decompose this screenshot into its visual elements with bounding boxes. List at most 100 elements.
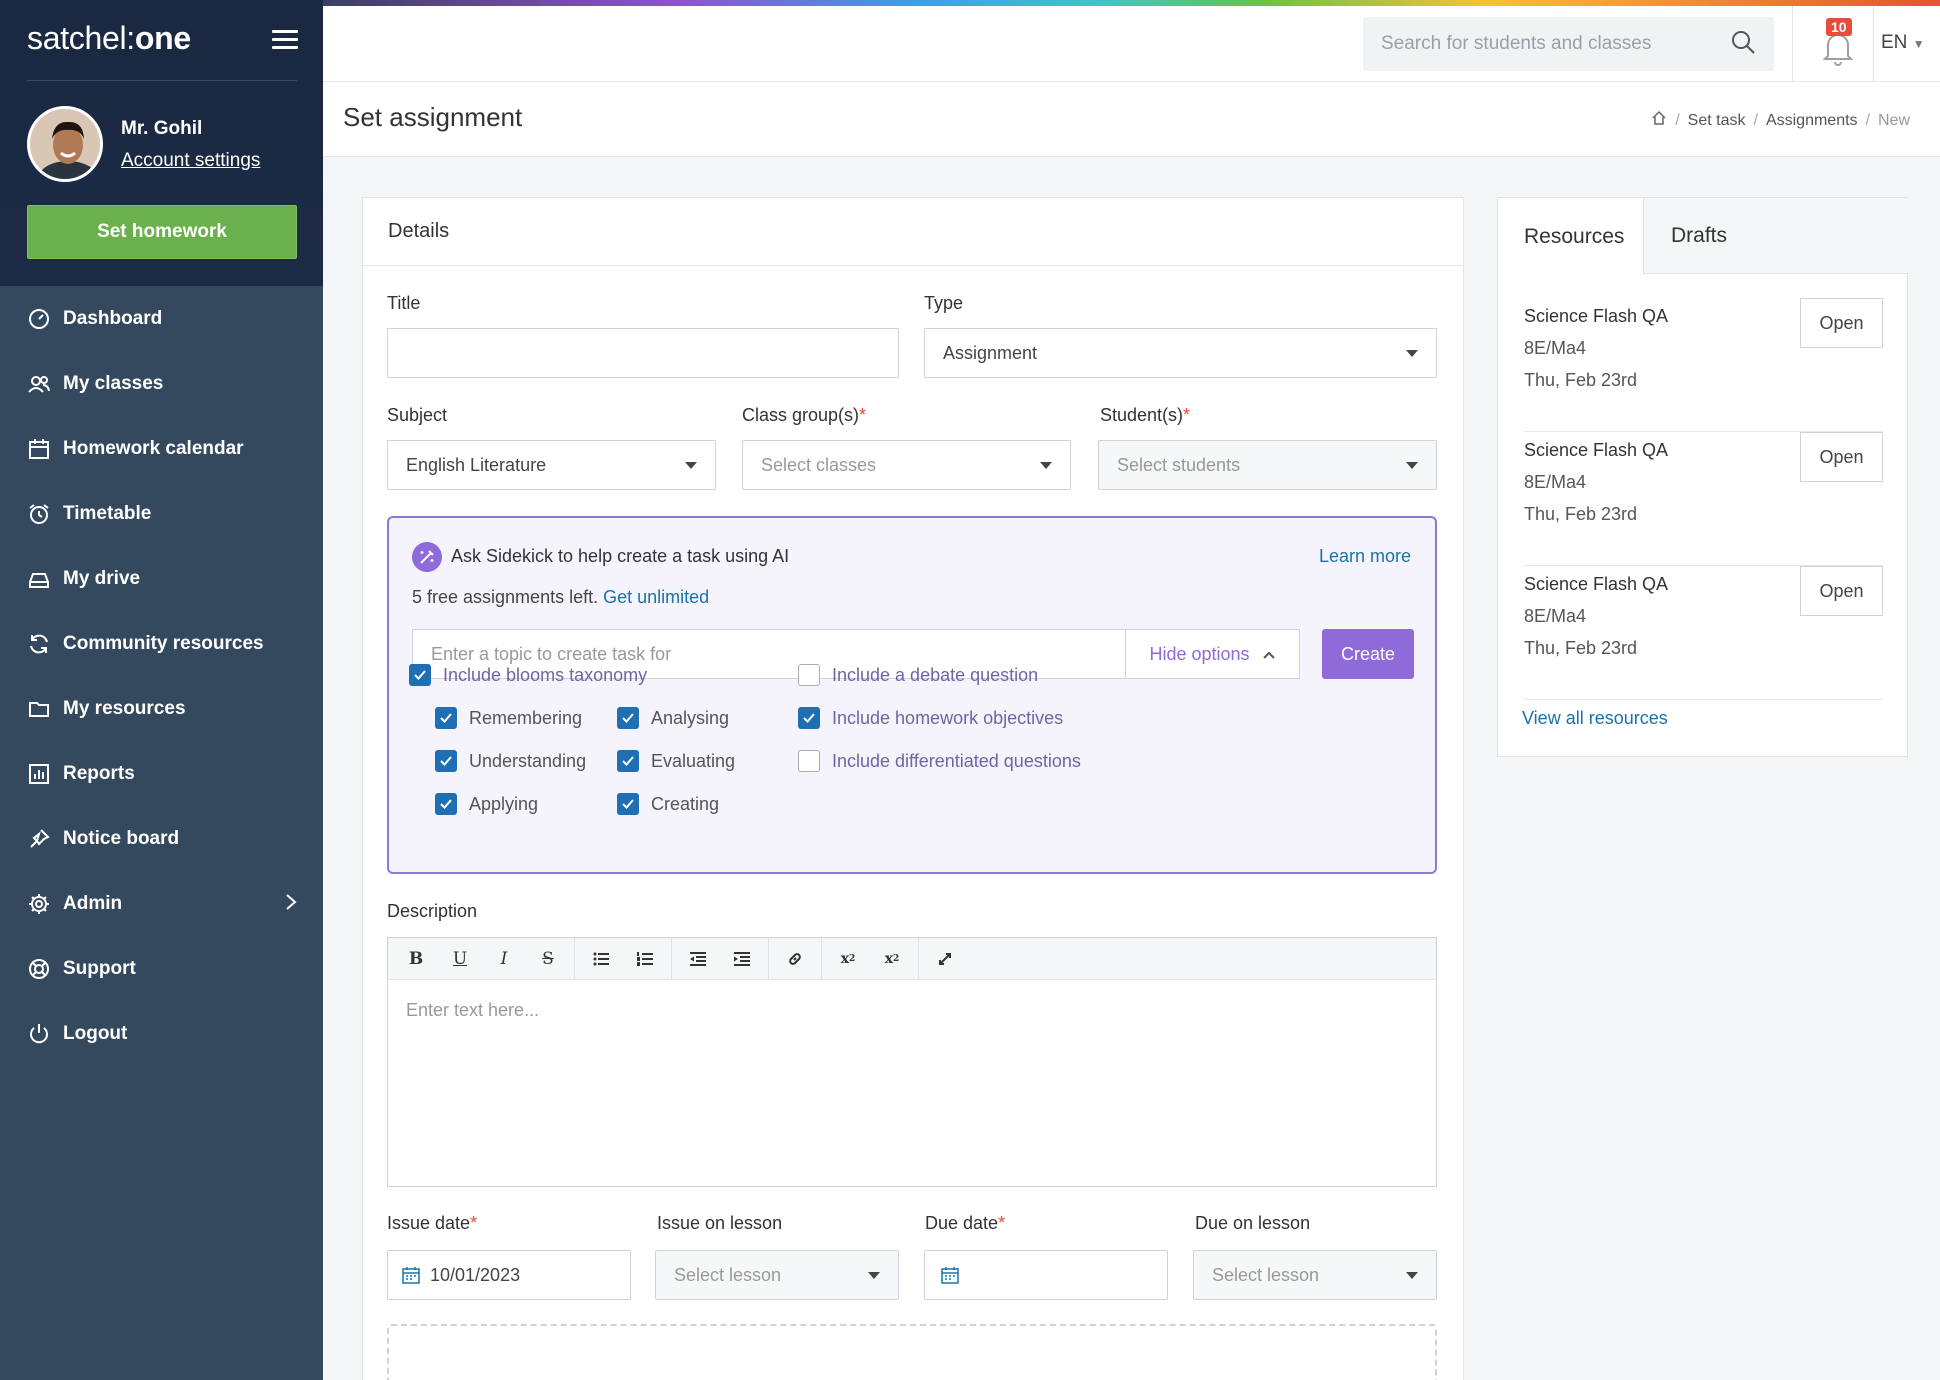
tab-drafts[interactable]: Drafts — [1671, 198, 1727, 274]
sidebar-item-my-classes[interactable]: My classes — [0, 351, 323, 416]
students-select[interactable]: Select students — [1098, 440, 1437, 490]
caret-down-icon — [1406, 1271, 1418, 1279]
sidebar-item-support[interactable]: Support — [0, 936, 323, 1001]
learn-more-link[interactable]: Learn more — [1319, 546, 1411, 567]
editor-body[interactable]: Enter text here... — [388, 980, 1436, 1041]
menu-icon[interactable] — [272, 30, 298, 50]
top-header: 10 EN ▼ — [323, 6, 1940, 82]
underline-icon[interactable]: U — [438, 938, 482, 980]
home-icon[interactable] — [1651, 110, 1667, 131]
fullscreen-icon[interactable] — [923, 938, 967, 980]
checkbox-understanding[interactable]: Understanding — [435, 750, 586, 772]
ai-sidekick-panel: Ask Sidekick to help create a task using… — [387, 516, 1437, 874]
sidebar-item-admin[interactable]: Admin — [0, 871, 323, 936]
issue-date-input[interactable]: 10/01/2023 — [387, 1250, 631, 1300]
divider — [1873, 6, 1874, 82]
sidebar-item-timetable[interactable]: Timetable — [0, 481, 323, 546]
description-editor: B U I S x2 x2 Enter text here... — [387, 937, 1437, 1187]
sidebar-item-my-drive[interactable]: My drive — [0, 546, 323, 611]
calendar-icon — [402, 1266, 420, 1284]
resource-item: Science Flash QA 8E/Ma4 Thu, Feb 23rd Op… — [1524, 432, 1883, 566]
subscript-icon[interactable]: x2 — [826, 938, 870, 980]
checkbox-checked-icon — [798, 707, 820, 729]
chevron-right-icon — [285, 893, 297, 915]
title-input[interactable] — [387, 328, 899, 378]
lifebuoy-icon — [27, 957, 51, 981]
open-button[interactable]: Open — [1800, 298, 1883, 348]
reports-icon — [27, 762, 51, 786]
sidebar-item-my-resources[interactable]: My resources — [0, 676, 323, 741]
sidebar-item-community-resources[interactable]: Community resources — [0, 611, 323, 676]
search-input[interactable] — [1381, 33, 1730, 55]
topic-input[interactable] — [431, 643, 1107, 665]
caret-down-icon — [868, 1271, 880, 1279]
chevron-up-icon — [1262, 644, 1276, 665]
checkbox-blooms[interactable]: Include blooms taxonomy — [409, 664, 647, 686]
checkbox-differentiated[interactable]: Include differentiated questions — [798, 750, 1081, 772]
description-label: Description — [387, 901, 478, 921]
details-card: Details Title Type Assignment Subject En… — [362, 197, 1464, 1380]
set-homework-button[interactable]: Set homework — [27, 205, 297, 259]
resources-tabs: Resources Drafts — [1498, 198, 1909, 275]
due-date-label: Due date* — [925, 1213, 1006, 1233]
checkbox-analysing[interactable]: Analysing — [617, 707, 729, 729]
type-select[interactable]: Assignment — [924, 328, 1437, 378]
due-date-input[interactable] — [924, 1250, 1168, 1300]
checkbox-unchecked-icon — [798, 664, 820, 686]
attachment-dropzone[interactable] — [387, 1324, 1437, 1380]
sidebar-header: satchel:one Mr. Gohil Account settings S… — [0, 0, 323, 286]
checkbox-unchecked-icon — [798, 750, 820, 772]
search-icon[interactable] — [1730, 29, 1756, 59]
indent-icon[interactable] — [720, 938, 764, 980]
open-button[interactable]: Open — [1800, 432, 1883, 482]
drive-icon — [27, 567, 51, 591]
divider — [1792, 6, 1793, 82]
students-label: Student(s)* — [1100, 405, 1191, 425]
checkbox-debate[interactable]: Include a debate question — [798, 664, 1038, 686]
sidebar-item-dashboard[interactable]: Dashboard — [0, 286, 323, 351]
checkbox-remembering[interactable]: Remembering — [435, 707, 582, 729]
class-group-label: Class group(s)* — [742, 405, 867, 425]
pin-icon — [27, 827, 51, 851]
tab-resources[interactable]: Resources — [1498, 198, 1644, 275]
bold-icon[interactable]: B — [394, 938, 438, 980]
logo: satchel:one — [27, 20, 191, 56]
class-group-select[interactable]: Select classes — [742, 440, 1071, 490]
checkbox-creating[interactable]: Creating — [617, 793, 719, 815]
checkbox-objectives[interactable]: Include homework objectives — [798, 707, 1063, 729]
sidebar-item-notice-board[interactable]: Notice board — [0, 806, 323, 871]
create-button[interactable]: Create — [1322, 629, 1414, 679]
checkbox-evaluating[interactable]: Evaluating — [617, 750, 735, 772]
calendar-icon — [27, 437, 51, 461]
superscript-icon[interactable]: x2 — [870, 938, 914, 980]
sidebar-item-homework-calendar[interactable]: Homework calendar — [0, 416, 323, 481]
users-icon — [27, 372, 51, 396]
issue-lesson-select[interactable]: Select lesson — [655, 1250, 899, 1300]
editor-toolbar: B U I S x2 x2 — [388, 937, 1436, 980]
subject-select[interactable]: English Literature — [387, 440, 716, 490]
get-unlimited-link[interactable]: Get unlimited — [603, 587, 709, 607]
breadcrumb-set-task[interactable]: Set task — [1688, 112, 1746, 130]
breadcrumb-assignments[interactable]: Assignments — [1766, 112, 1858, 130]
checkbox-checked-icon — [617, 793, 639, 815]
italic-icon[interactable]: I — [482, 938, 526, 980]
account-settings-link[interactable]: Account settings — [121, 150, 260, 172]
caret-down-icon — [1040, 461, 1052, 469]
issue-lesson-label: Issue on lesson — [657, 1213, 783, 1233]
checkbox-applying[interactable]: Applying — [435, 793, 538, 815]
strikethrough-icon[interactable]: S — [526, 938, 570, 980]
due-lesson-select[interactable]: Select lesson — [1193, 1250, 1437, 1300]
caret-down-icon — [1406, 349, 1418, 357]
language-select[interactable]: EN ▼ — [1881, 32, 1925, 54]
numbered-list-icon[interactable] — [623, 938, 667, 980]
link-icon[interactable] — [773, 938, 817, 980]
sidebar-item-logout[interactable]: Logout — [0, 1001, 323, 1066]
ai-title: Ask Sidekick to help create a task using… — [451, 546, 790, 566]
open-button[interactable]: Open — [1800, 566, 1883, 616]
sidebar-item-reports[interactable]: Reports — [0, 741, 323, 806]
outdent-icon[interactable] — [676, 938, 720, 980]
breadcrumb: / Set task / Assignments / New — [1651, 110, 1910, 131]
bullet-list-icon[interactable] — [579, 938, 623, 980]
hide-options-button[interactable]: Hide options — [1126, 629, 1300, 679]
view-all-resources-link[interactable]: View all resources — [1522, 708, 1668, 729]
